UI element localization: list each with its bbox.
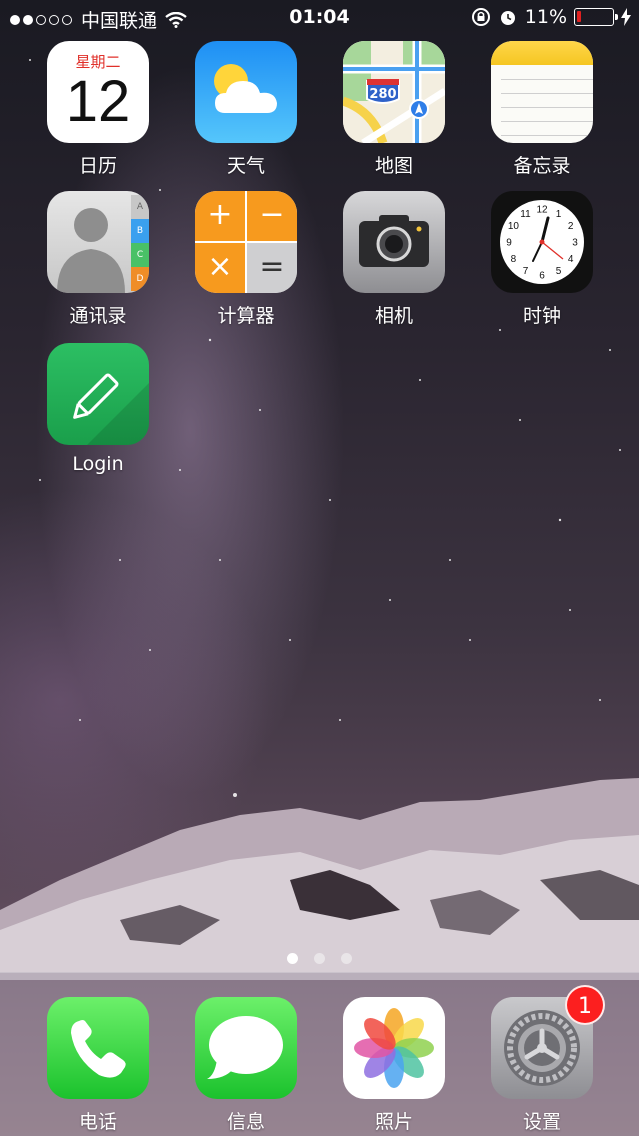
calendar-icon[interactable]: 星期二 12	[47, 41, 149, 143]
photos-icon[interactable]	[343, 997, 445, 1099]
status-bar: 中国联通 01:04 11%	[0, 0, 639, 36]
speech-bubble-icon	[207, 1016, 283, 1079]
weather-icon[interactable]	[195, 41, 297, 143]
clock-numeral: 6	[539, 271, 545, 282]
contacts-tab-c: C	[131, 243, 149, 267]
pencil-icon	[73, 373, 149, 445]
charging-bolt-icon	[621, 8, 631, 26]
app-label-weather: 天气	[226, 155, 265, 177]
page-dot-current[interactable]	[287, 953, 298, 964]
app-label-settings: 设置	[522, 1111, 561, 1133]
login-icon[interactable]	[47, 343, 149, 445]
app-login[interactable]: Login	[46, 343, 150, 475]
page-dot[interactable]	[314, 953, 325, 964]
map-route-shield: 280	[369, 87, 397, 102]
battery-percent: 11%	[524, 6, 567, 28]
wallpaper-mountain	[0, 778, 639, 980]
flower-petals-icon	[354, 1008, 434, 1088]
app-label-notes: 备忘录	[513, 155, 571, 177]
clock-numeral: 2	[568, 221, 574, 232]
battery-icon	[574, 8, 618, 26]
app-calculator[interactable]: + − × = 计算器	[194, 191, 298, 328]
minus-key-icon: −	[247, 191, 297, 241]
app-label-phone: 电话	[78, 1111, 117, 1133]
multiply-key-icon: ×	[195, 243, 245, 293]
page-indicator[interactable]	[0, 953, 639, 964]
app-label-maps: 地图	[374, 155, 413, 177]
messages-icon[interactable]	[195, 997, 297, 1099]
clock-numeral: 5	[556, 266, 562, 277]
contacts-icon[interactable]: A B C D	[47, 191, 149, 293]
clock-numeral: 10	[508, 221, 520, 232]
app-label-contacts: 通讯录	[69, 305, 127, 327]
app-label-photos: 照片	[374, 1111, 413, 1133]
sun-cloud-icon	[214, 64, 277, 113]
app-clock[interactable]: 12 1 2 3 4 5 6 7 8 9 10 11 时钟	[490, 191, 594, 328]
app-calendar[interactable]: 星期二 12 日历	[46, 41, 150, 178]
dock-app-settings[interactable]: 1 设置	[490, 985, 605, 1134]
app-label-camera: 相机	[374, 305, 413, 327]
clock-numeral: 7	[523, 266, 529, 277]
page-dot[interactable]	[341, 953, 352, 964]
alarm-icon	[500, 11, 515, 25]
dock: 电话 信息 照片 1 设置	[0, 972, 639, 1136]
dock-app-photos[interactable]: 照片	[342, 997, 446, 1134]
status-right: 11%	[471, 6, 631, 28]
calculator-icon[interactable]: + − × =	[195, 191, 297, 293]
maps-icon[interactable]: 280	[343, 41, 445, 143]
app-notes[interactable]: 备忘录	[490, 41, 594, 178]
notes-icon[interactable]	[491, 41, 593, 143]
clock-face: 12 12 3 45678 9 1011	[500, 200, 584, 284]
app-label-calculator: 计算器	[217, 305, 275, 327]
dock-app-phone[interactable]: 电话	[46, 997, 150, 1134]
plus-key-icon: +	[195, 191, 245, 241]
calendar-day: 12	[65, 69, 131, 134]
equals-key-icon: =	[247, 243, 297, 293]
app-label-calendar: 日历	[78, 155, 117, 177]
app-label-login: Login	[72, 453, 124, 475]
camera-body-icon	[359, 215, 429, 267]
app-contacts[interactable]: A B C D 通讯录	[46, 191, 150, 328]
clock-numeral: 11	[520, 209, 531, 220]
contacts-tab-a: A	[131, 195, 149, 219]
clock-numeral: 1	[556, 209, 562, 220]
handset-icon	[71, 1020, 126, 1078]
app-label-clock: 时钟	[522, 305, 561, 327]
notification-badge: 1	[565, 985, 605, 1025]
settings-icon[interactable]: 1	[491, 985, 605, 1099]
app-label-messages: 信息	[226, 1111, 265, 1133]
clock-icon[interactable]: 12 1 2 3 4 5 6 7 8 9 10 11	[491, 191, 593, 293]
clock-numeral: 12	[536, 205, 548, 216]
clock-numeral: 8	[511, 254, 517, 265]
rotation-lock-icon	[471, 8, 490, 26]
app-maps[interactable]: 280 地图	[342, 41, 446, 178]
clock-numeral: 3	[572, 238, 578, 249]
clock-numeral: 9	[506, 238, 512, 249]
camera-icon[interactable]	[343, 191, 445, 293]
dock-app-messages[interactable]: 信息	[194, 997, 298, 1134]
phone-icon[interactable]	[47, 997, 149, 1099]
clock-numeral: 4	[568, 254, 574, 265]
app-weather[interactable]: 天气	[194, 41, 298, 178]
contacts-tab-b: B	[131, 219, 149, 243]
contacts-tab-d: D	[131, 267, 149, 291]
app-camera[interactable]: 相机	[342, 191, 446, 328]
